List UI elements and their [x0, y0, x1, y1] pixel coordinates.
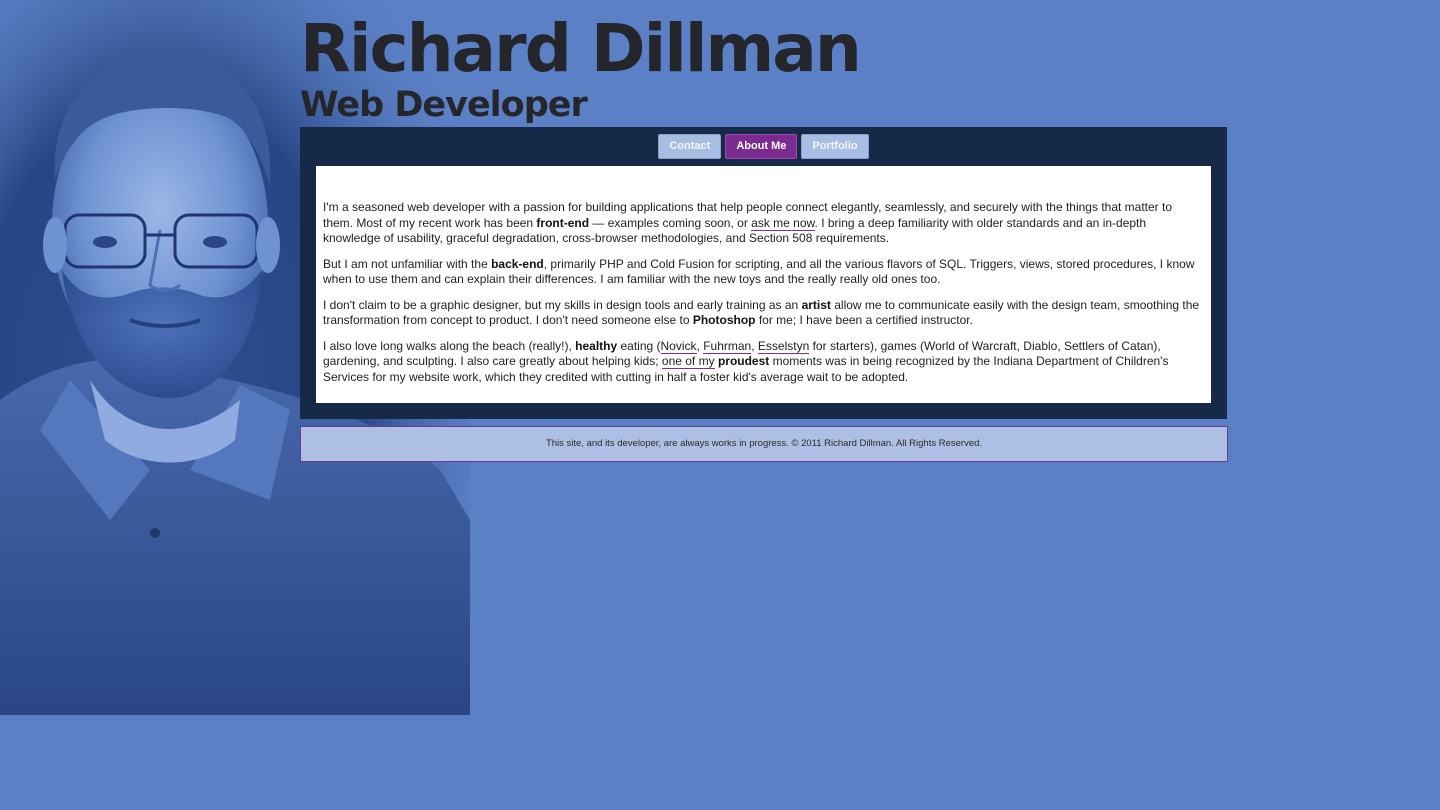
about-paragraph-3: I don't claim to be a graphic designer, …: [323, 298, 1203, 329]
site-owner-name: Richard Dillman: [300, 10, 862, 87]
text-segment: — examples coming soon, or: [589, 215, 752, 230]
tab-portfolio[interactable]: Portfolio: [801, 134, 869, 159]
about-paragraph-4: I also love long walks along the beach (…: [323, 338, 1203, 386]
text-segment: But I am not unfamiliar with the: [323, 256, 492, 271]
tab-contact[interactable]: Contact: [658, 134, 722, 159]
bold-text: proudest: [717, 354, 770, 368]
bold-text: Photoshop: [692, 313, 756, 327]
one-of-my-link[interactable]: one of my: [661, 354, 715, 369]
main-panel: Contact About Me Portfolio I'm a seasone…: [300, 127, 1227, 419]
fuhrman-link[interactable]: Fuhrman: [703, 338, 752, 354]
bold-text: front-end: [536, 215, 590, 230]
esselstyn-link[interactable]: Esselstyn: [757, 338, 810, 354]
text-segment: for me; I have been a certified instruct…: [755, 313, 973, 327]
about-paragraph-2: But I am not unfamiliar with the back-en…: [323, 257, 1203, 288]
bold-text: healthy: [575, 338, 618, 353]
novick-link[interactable]: Novick: [660, 338, 697, 354]
text-segment: I don't claim to be a graphic designer, …: [323, 297, 802, 312]
footer: This site, and its developer, are always…: [300, 426, 1228, 462]
about-paragraph-1: I'm a seasoned web developer with a pass…: [323, 200, 1203, 247]
text-segment: ,: [751, 338, 758, 353]
tab-about-me[interactable]: About Me: [725, 134, 798, 159]
bold-text: artist: [801, 297, 831, 312]
nav-bar: Contact About Me Portfolio: [300, 134, 1227, 159]
text-segment: I also love long walks along the beach (…: [323, 338, 576, 353]
footer-text: This site, and its developer, are always…: [545, 438, 983, 449]
site-owner-title: Web Developer: [300, 85, 588, 125]
about-content: I'm a seasoned web developer with a pass…: [316, 166, 1211, 403]
text-segment: eating (: [617, 338, 661, 353]
bold-text: back-end: [491, 256, 544, 271]
ask-me-now-link[interactable]: ask me now: [751, 215, 815, 231]
